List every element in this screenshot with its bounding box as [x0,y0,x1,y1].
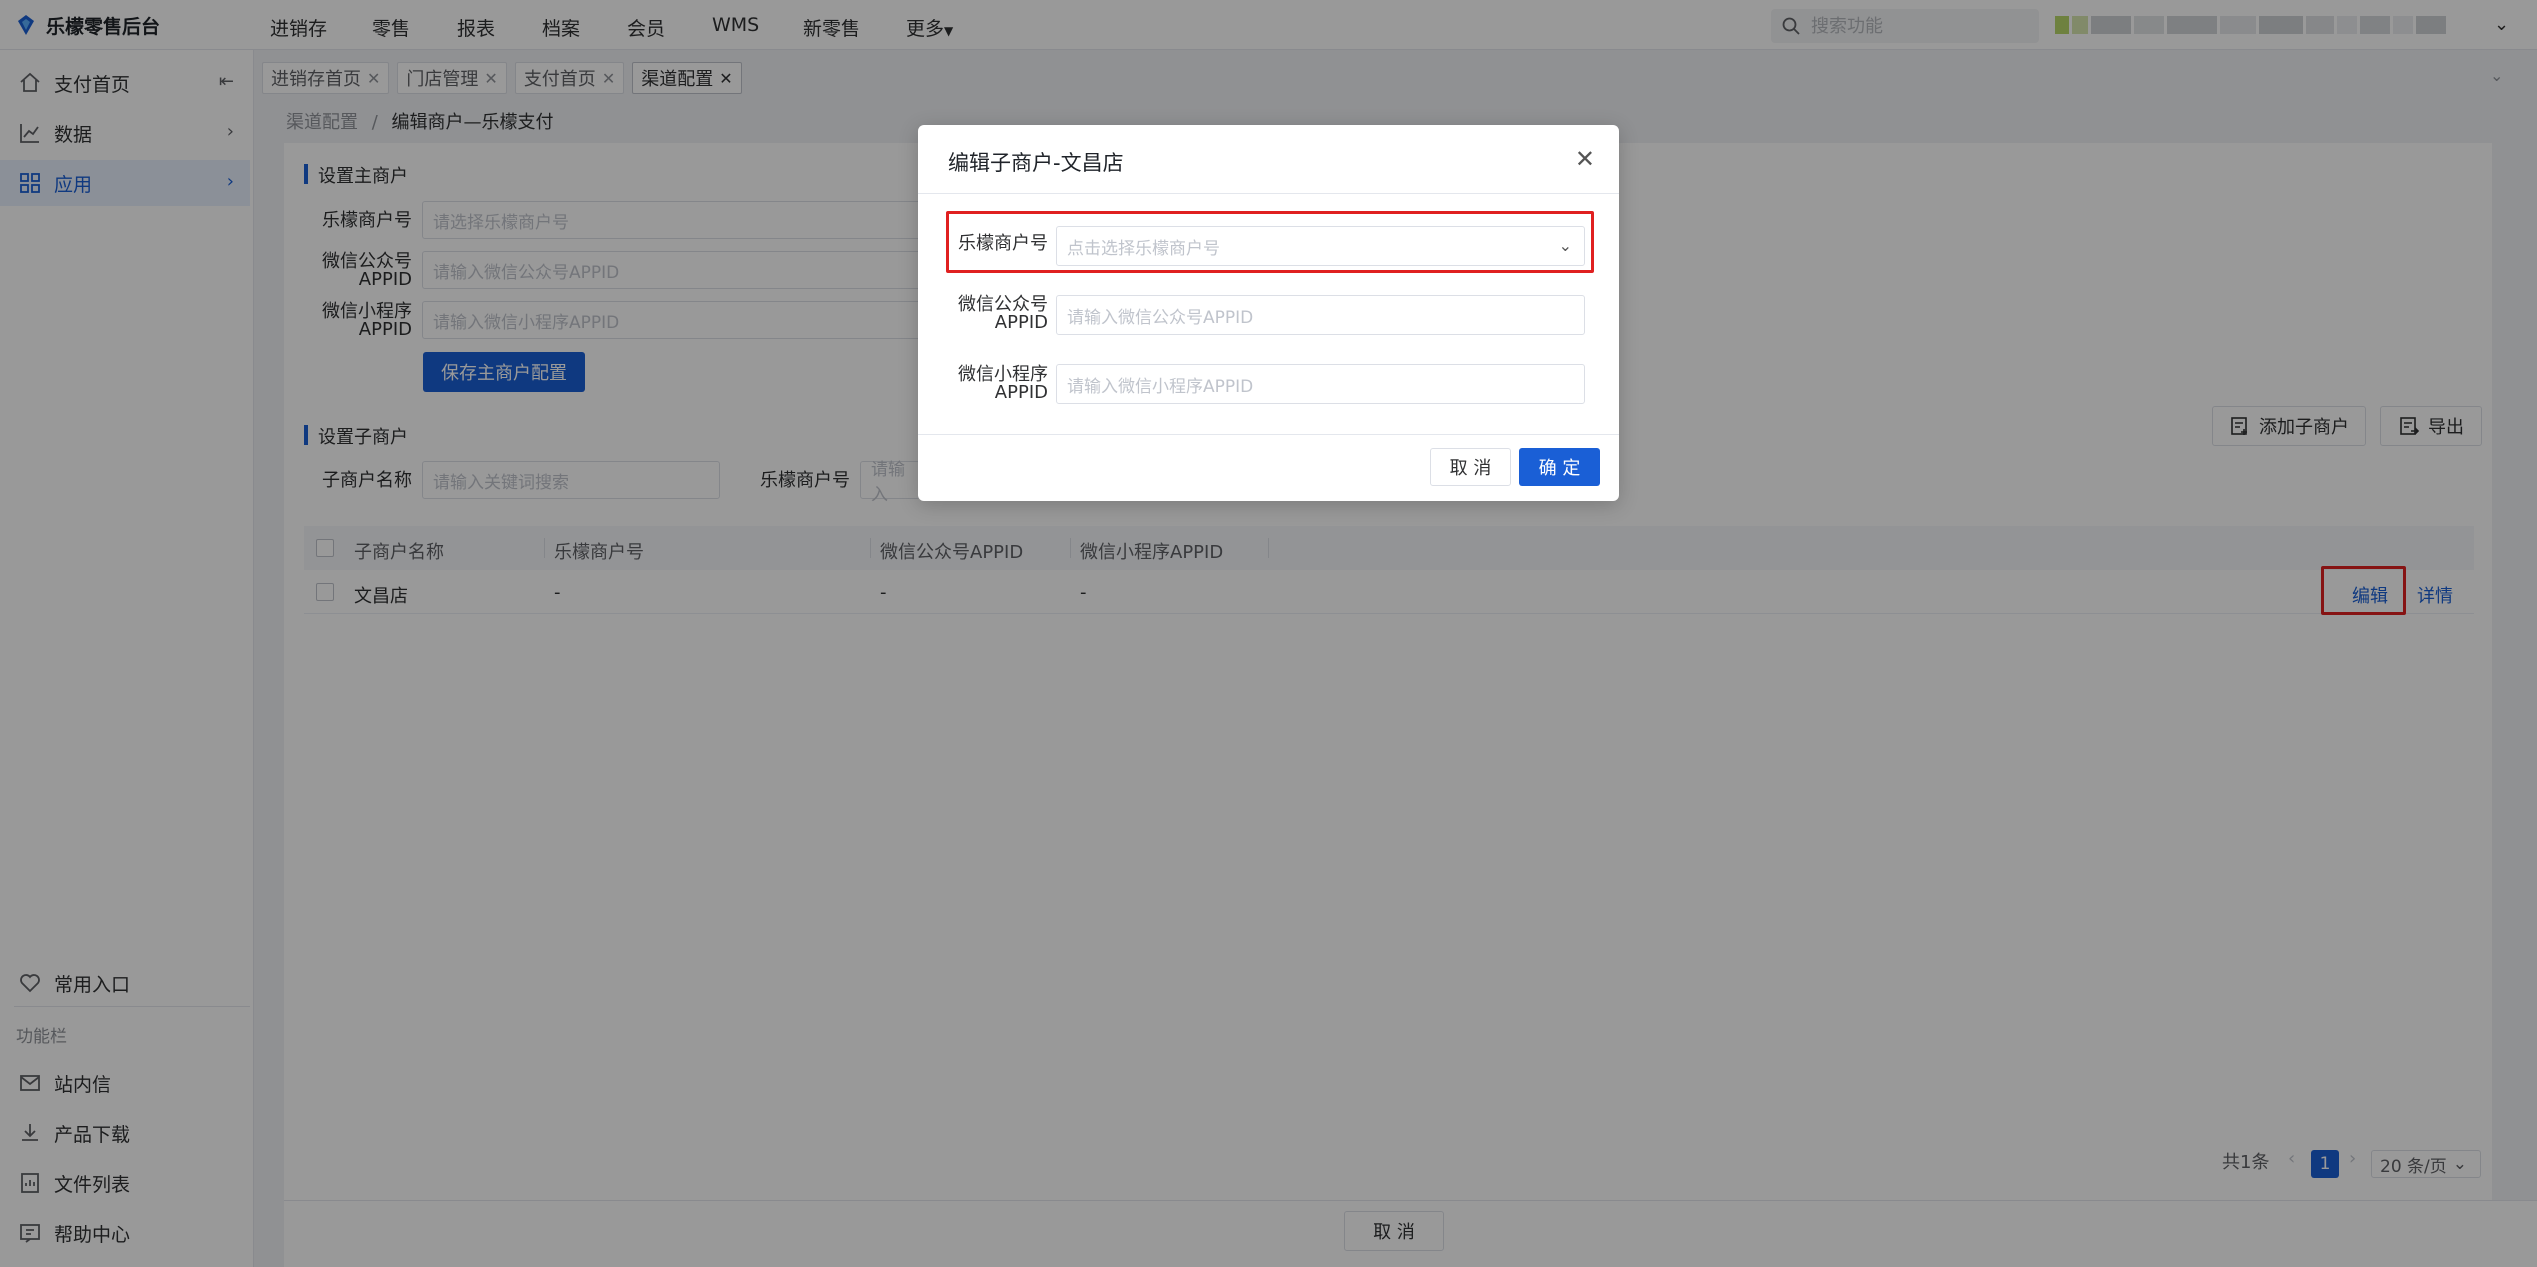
dialog-field-label-line2: APPID [994,312,1048,333]
merchant-no-highlight-box [946,211,1594,273]
mini-appid-input[interactable]: 请输入微信小程序APPID [1056,364,1585,404]
dialog-field-label-line2: APPID [994,382,1048,403]
wx-appid-input[interactable]: 请输入微信公众号APPID [1056,295,1585,335]
dialog-cancel-button[interactable]: 取 消 [1430,448,1511,486]
dialog-field-label: 微信公众号 APPID [938,296,1048,332]
dialog-field-label: 微信小程序 APPID [938,366,1048,402]
dialog-divider [918,434,1619,435]
close-icon[interactable]: ✕ [1575,145,1595,173]
dialog-confirm-button[interactable]: 确 定 [1519,448,1600,486]
dialog-title: 编辑子商户-文昌店 [948,151,1124,175]
dialog-divider [918,193,1619,194]
edit-sub-merchant-dialog: 编辑子商户-文昌店 ✕ 乐檬商户号 点击选择乐檬商户号 ⌄ 微信公众号 APPI… [918,125,1619,501]
